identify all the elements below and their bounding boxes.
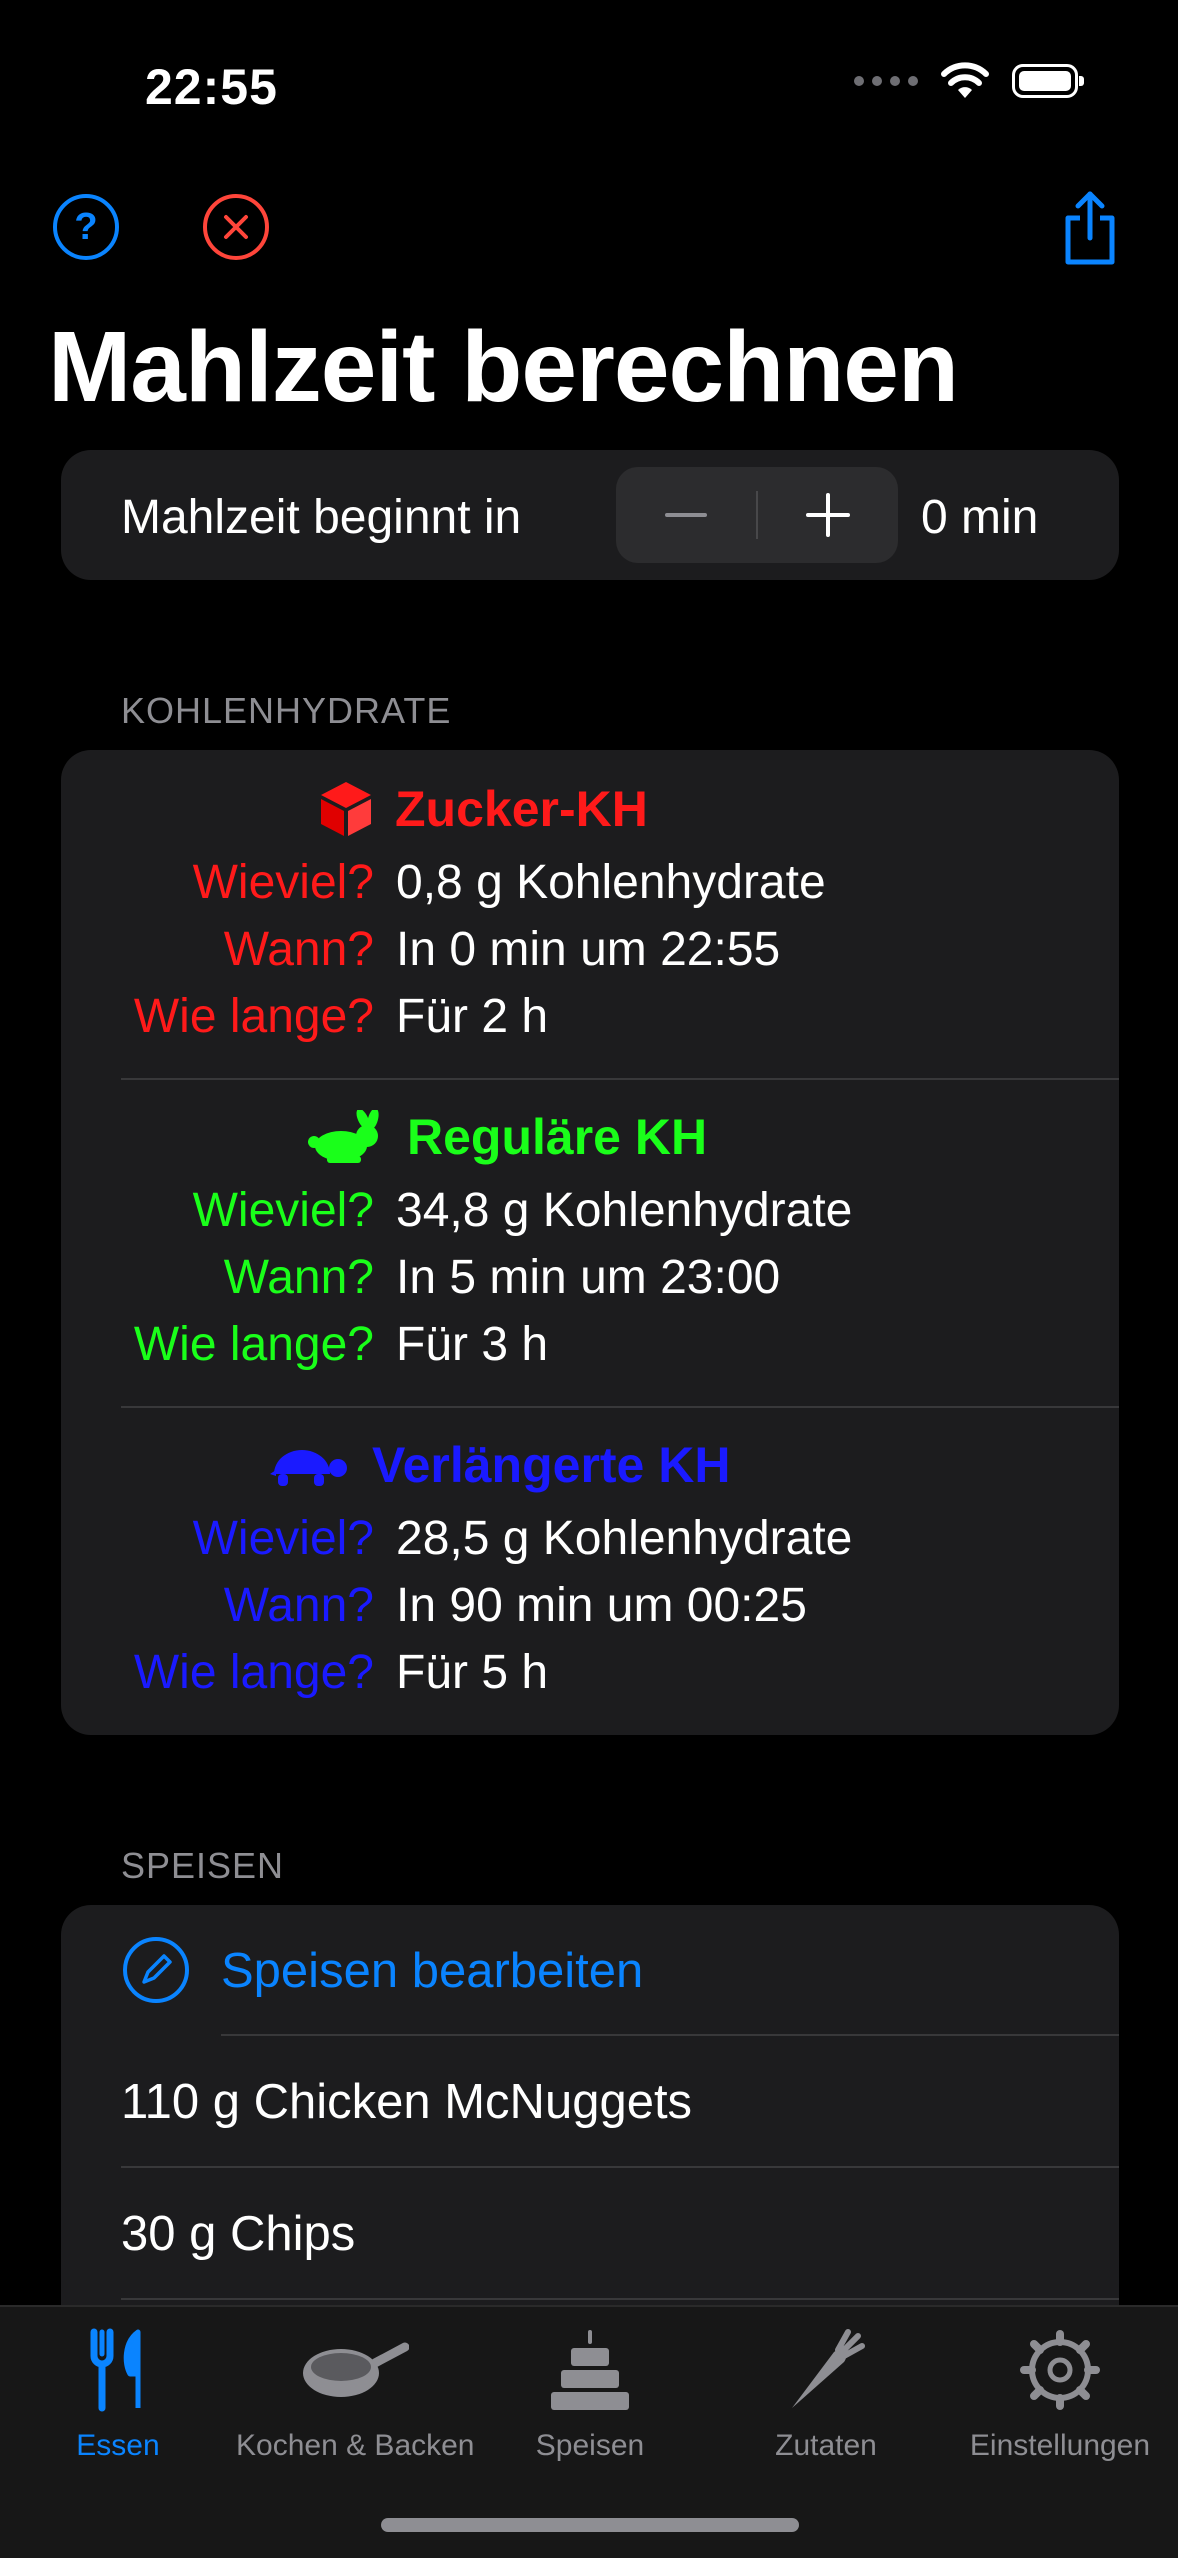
carbs-card: Zucker-KH Wieviel? 0,8 g Kohlenhydrate W… [61, 750, 1119, 1735]
carbs-section-header: KOHLENHYDRATE [121, 690, 452, 731]
stepper-plus-button[interactable] [758, 467, 898, 563]
sugar-time-label: Wann? [223, 923, 374, 976]
sugar-carbs-block: Zucker-KH Wieviel? 0,8 g Kohlenhydrate W… [61, 750, 1119, 1078]
regular-time-value: In 5 min um 23:00 [396, 1251, 781, 1304]
gear-icon [1005, 2325, 1115, 2415]
extended-duration-label: Wie lange? [133, 1646, 374, 1699]
extended-amount-label: Wieviel? [192, 1512, 374, 1565]
share-icon [1065, 191, 1115, 265]
regular-carbs-block: Reguläre KH Wieviel? 34,8 g Kohlenhydrat… [61, 1080, 1119, 1408]
tab-speisen[interactable]: Speisen [472, 2307, 708, 2497]
question-mark-icon: ? [74, 205, 98, 248]
status-time: 22:55 [145, 59, 278, 115]
extended-carbs-block: Verlängerte KH Wieviel? 28,5 g Kohlenhyd… [61, 1408, 1119, 1736]
extended-time-label: Wann? [223, 1579, 374, 1632]
close-button[interactable] [203, 194, 269, 260]
close-icon [224, 215, 248, 239]
wifi-icon [941, 62, 989, 98]
sugar-duration-value: Für 2 h [396, 990, 549, 1043]
cellular-icon [854, 76, 918, 86]
pencil-circle-icon [123, 1937, 189, 2003]
page-title: Mahlzeit berechnen [48, 311, 959, 423]
regular-duration-value: Für 3 h [396, 1318, 549, 1371]
minus-icon [665, 513, 707, 517]
row-divider [121, 2298, 1119, 2300]
meal-start-card: Mahlzeit beginnt in 0 min [61, 450, 1119, 580]
tab-label: Essen [76, 2429, 160, 2462]
extended-time-value: In 90 min um 00:25 [396, 1579, 807, 1632]
extended-duration-value: Für 5 h [396, 1646, 549, 1699]
extended-carbs-title: Verlängerte KH [266, 1436, 730, 1494]
regular-duration-label: Wie lange? [133, 1318, 374, 1371]
meal-start-value: 0 min [921, 491, 1039, 544]
speisen-section-header: SPEISEN [121, 1845, 285, 1886]
tab-zutaten[interactable]: Zutaten [708, 2307, 944, 2497]
cake-icon [535, 2325, 645, 2415]
meal-start-stepper[interactable] [616, 467, 898, 563]
stepper-minus-button[interactable] [616, 467, 756, 563]
share-button[interactable] [1058, 188, 1122, 268]
tab-label: Kochen & Backen [236, 2429, 475, 2462]
list-item[interactable]: 110 g Chicken McNuggets [61, 2036, 1119, 2166]
rabbit-icon [308, 1110, 379, 1163]
food-item-label: 30 g Chips [121, 2207, 356, 2261]
list-item[interactable]: 30 g Chips [61, 2168, 1119, 2298]
sugar-carbs-title: Zucker-KH [319, 780, 648, 838]
tab-einstellungen[interactable]: Einstellungen [942, 2307, 1178, 2497]
edit-speisen-button[interactable]: Speisen bearbeiten [61, 1905, 1119, 2035]
regular-amount-value: 34,8 g Kohlenhydrate [396, 1184, 853, 1237]
tab-label: Zutaten [775, 2429, 877, 2462]
sugar-time-value: In 0 min um 22:55 [396, 923, 781, 976]
tab-label: Speisen [535, 2429, 645, 2462]
fork-knife-icon [63, 2325, 173, 2415]
edit-speisen-label: Speisen bearbeiten [221, 1944, 644, 1998]
tab-kochen-backen[interactable]: Kochen & Backen [236, 2307, 475, 2497]
regular-time-label: Wann? [223, 1251, 374, 1304]
tortoise-icon [270, 1450, 347, 1486]
tab-label: Einstellungen [969, 2429, 1151, 2462]
carrot-icon [771, 2325, 881, 2415]
cube-icon [321, 782, 371, 836]
meal-start-label: Mahlzeit beginnt in [121, 491, 522, 544]
sugar-amount-value: 0,8 g Kohlenhydrate [396, 856, 826, 909]
regular-amount-label: Wieviel? [192, 1184, 374, 1237]
sugar-duration-label: Wie lange? [133, 990, 374, 1043]
help-button[interactable]: ? [53, 194, 119, 260]
regular-carbs-title: Reguläre KH [307, 1108, 707, 1166]
home-indicator [381, 2518, 799, 2532]
extended-amount-value: 28,5 g Kohlenhydrate [396, 1512, 853, 1565]
tab-essen[interactable]: Essen [0, 2307, 236, 2497]
food-item-label: 110 g Chicken McNuggets [121, 2075, 693, 2129]
plus-icon [806, 493, 850, 537]
sugar-amount-label: Wieviel? [192, 856, 374, 909]
battery-icon [1012, 64, 1084, 98]
frying-pan-icon [299, 2325, 409, 2415]
status-icons [854, 62, 1084, 100]
